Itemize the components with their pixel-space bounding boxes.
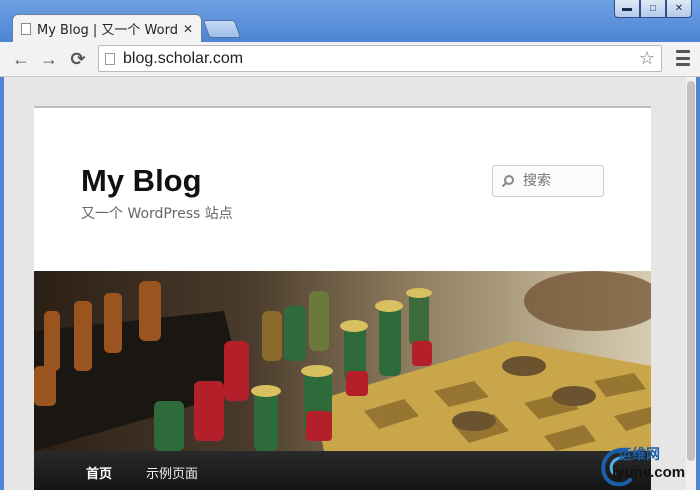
tab-close-icon[interactable]: ✕ [183,22,193,36]
main-navigation: 首页 示例页面 [34,451,651,490]
close-window-button[interactable]: ✕ [666,0,692,18]
search-box[interactable] [492,165,604,197]
browser-window: ▬ □ ✕ My Blog | 又一个 WordPress ✕ ← → ⟳ bl… [0,0,700,490]
tab-title: My Blog | 又一个 WordPress [37,23,179,38]
page-icon [21,22,31,35]
menu-bar-icon [676,56,690,60]
site-description: 又一个 WordPress 站点 [81,206,233,222]
site-title[interactable]: My Blog [81,163,202,199]
watermark-logo: 运维网 iyunv.com [596,444,696,488]
menu-bar-icon [676,63,690,66]
back-button[interactable]: ← [10,48,32,70]
url-text[interactable]: blog.scholar.com [123,50,639,68]
site-page: My Blog 又一个 WordPress 站点 搜索 首页 示例页面 [34,106,651,490]
search-input[interactable] [521,172,603,190]
watermark-text-cn: 运维网 [618,447,660,463]
scrollbar-thumb[interactable] [687,81,695,461]
minimize-button[interactable]: ▬ [614,0,640,18]
browser-toolbar: ← → ⟳ blog.scholar.com ☆ [0,42,700,77]
nav-item-home[interactable]: 首页 [86,463,112,482]
nav-item-sample-page[interactable]: 示例页面 [146,463,198,482]
bookmark-star-icon[interactable]: ☆ [639,48,655,69]
page-icon [105,52,115,65]
address-bar[interactable]: blog.scholar.com ☆ [98,45,662,72]
watermark-text-domain: iyunv.com [612,464,686,481]
browser-tab[interactable]: My Blog | 又一个 WordPress ✕ [12,14,202,42]
forward-button[interactable]: → [38,48,60,70]
window-controls: ▬ □ ✕ [614,0,692,18]
reload-button[interactable]: ⟳ [67,48,89,70]
chrome-menu-button[interactable] [676,50,690,66]
page-viewport: My Blog 又一个 WordPress 站点 搜索 首页 示例页面 [4,77,696,490]
maximize-button[interactable]: □ [640,0,666,18]
new-tab-button[interactable] [202,20,242,38]
vertical-scrollbar[interactable] [686,77,696,490]
chess-header-photo [34,271,651,451]
menu-bar-icon [676,50,690,53]
header-image [34,271,651,451]
search-icon [501,175,514,188]
